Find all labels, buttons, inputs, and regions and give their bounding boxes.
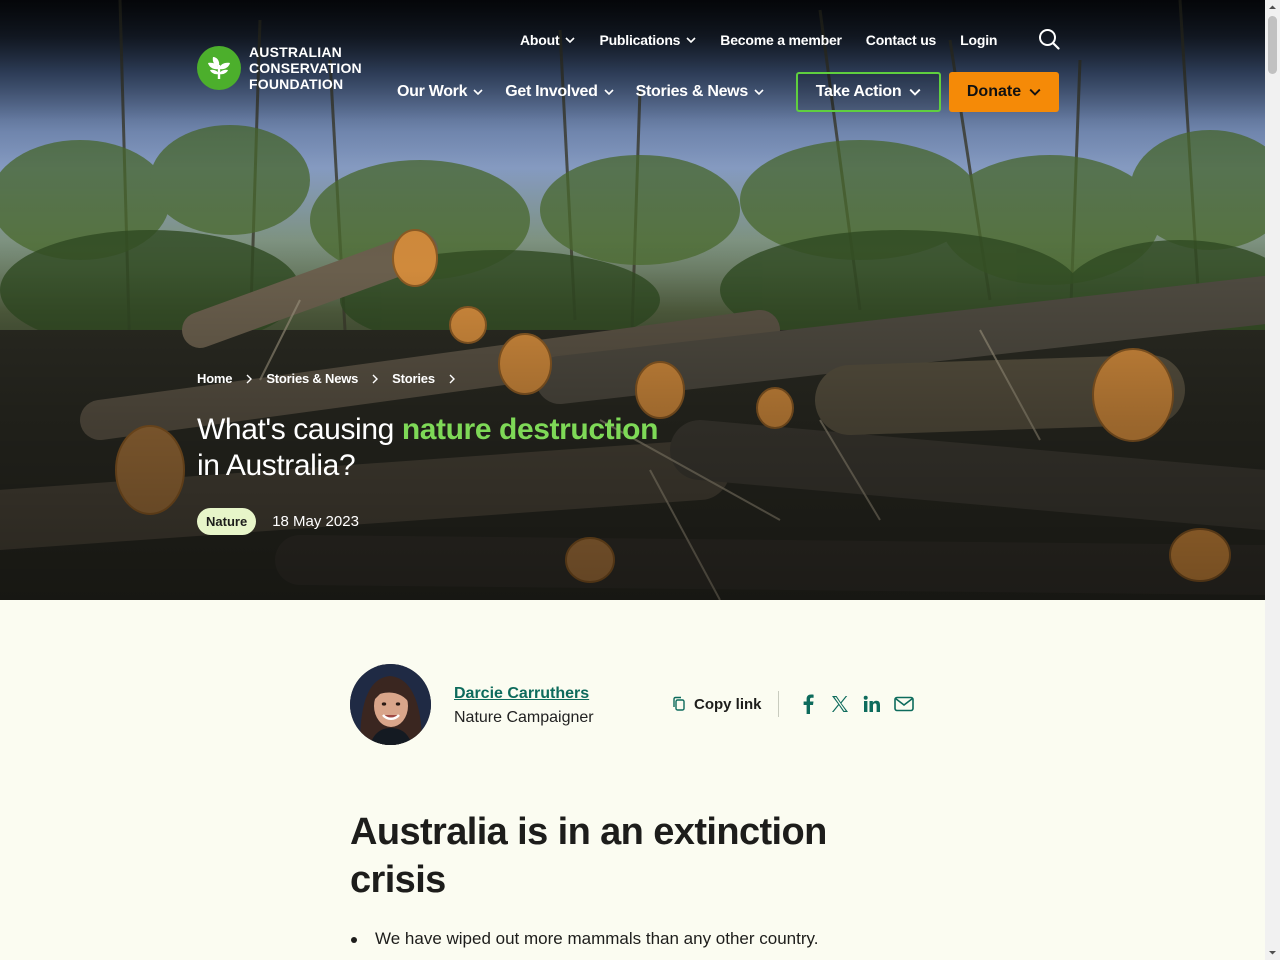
x-icon[interactable]: [829, 693, 851, 715]
logo-line-2: CONSERVATION: [249, 60, 362, 76]
facebook-icon[interactable]: [797, 693, 819, 715]
breadcrumb-stories[interactable]: Stories: [392, 371, 435, 386]
mainnav-get-involved-label: Get Involved: [505, 83, 598, 100]
logo-line-3: FOUNDATION: [249, 76, 344, 92]
page-title: What's causing nature destruction in Aust…: [197, 412, 757, 484]
logo-wordmark: AUSTRALIAN CONSERVATION FOUNDATION: [249, 44, 362, 92]
linkedin-icon[interactable]: [861, 693, 883, 715]
breadcrumb: Home Stories & News Stories: [197, 371, 469, 386]
mainnav-get-involved[interactable]: Get Involved: [505, 83, 614, 101]
author-info: Darcie Carruthers Nature Campaigner: [454, 683, 594, 727]
article-meta: Nature 18 May 2023: [197, 508, 359, 535]
donate-button[interactable]: Donate: [949, 72, 1059, 112]
leaf-logo-icon: [197, 46, 241, 90]
author-block: Darcie Carruthers Nature Campaigner: [350, 664, 594, 745]
copy-link-button[interactable]: Copy link: [672, 696, 762, 713]
chevron-down-icon: [473, 89, 483, 96]
donate-label: Donate: [966, 83, 1022, 100]
author-avatar: [350, 664, 431, 745]
article-bullet-list: We have wiped out more mammals than any …: [350, 929, 818, 949]
chevron-down-icon: [1029, 88, 1041, 96]
topnav-about[interactable]: About: [520, 32, 576, 48]
copy-link-label: Copy link: [694, 695, 762, 713]
chevron-down-icon: [686, 37, 696, 44]
topnav-login-label: Login: [960, 32, 998, 48]
topnav-about-label: About: [520, 32, 560, 48]
chevron-down-icon: [754, 89, 764, 96]
logo-line-1: AUSTRALIAN: [249, 44, 342, 60]
utility-nav: About Publications Become a member Conta…: [520, 30, 1021, 50]
article-heading: Australia is in an extinction crisis: [350, 811, 827, 901]
mainnav-our-work-label: Our Work: [397, 83, 468, 100]
topnav-become-member-label: Become a member: [720, 32, 842, 48]
breadcrumb-stories-news[interactable]: Stories & News: [266, 371, 358, 386]
mainnav-stories-news[interactable]: Stories & News: [636, 83, 764, 101]
take-action-button[interactable]: Take Action: [796, 72, 941, 112]
take-action-label: Take Action: [815, 83, 902, 100]
chevron-down-icon: [604, 89, 614, 96]
chevron-down-icon: [565, 37, 576, 44]
list-item: We have wiped out more mammals than any …: [350, 929, 818, 949]
search-icon[interactable]: [1038, 28, 1060, 50]
title-highlight: nature destruction: [401, 413, 659, 446]
topnav-publications[interactable]: Publications: [599, 32, 696, 48]
publish-date: 18 May 2023: [272, 513, 359, 530]
page-scrollbar[interactable]: [1265, 0, 1280, 960]
topnav-publications-label: Publications: [599, 32, 681, 48]
mainnav-stories-news-label: Stories & News: [635, 83, 749, 100]
chevron-right-icon: [372, 374, 379, 383]
chevron-right-icon: [246, 374, 253, 383]
title-part-2: in Australia?: [197, 449, 356, 482]
mainnav-our-work[interactable]: Our Work: [397, 83, 483, 101]
scroll-up-arrow-icon[interactable]: [1268, 3, 1277, 12]
scrollbar-thumb[interactable]: [1268, 16, 1277, 74]
share-divider: [777, 691, 779, 717]
share-bar: Copy link: [672, 691, 925, 717]
topnav-contact-label: Contact us: [865, 32, 937, 48]
acf-logo[interactable]: AUSTRALIAN CONSERVATION FOUNDATION: [197, 44, 362, 92]
title-part-1: What's causing: [197, 413, 402, 446]
email-icon[interactable]: [893, 693, 915, 715]
chevron-down-icon: [909, 88, 921, 96]
author-role: Nature Campaigner: [454, 708, 594, 726]
main-nav: Our Work Get Involved Stories & News: [397, 72, 786, 112]
category-tag[interactable]: Nature: [197, 508, 257, 535]
author-name-link[interactable]: Darcie Carruthers: [454, 685, 594, 703]
topnav-contact[interactable]: Contact us: [865, 32, 937, 48]
hero-banner: AUSTRALIAN CONSERVATION FOUNDATION About…: [0, 0, 1265, 600]
copy-icon: [673, 696, 685, 711]
topnav-become-member[interactable]: Become a member: [720, 32, 842, 48]
chevron-right-icon: [449, 374, 455, 383]
topnav-login[interactable]: Login: [960, 32, 997, 48]
breadcrumb-home[interactable]: Home: [197, 371, 233, 386]
scroll-down-arrow-icon[interactable]: [1268, 948, 1277, 957]
